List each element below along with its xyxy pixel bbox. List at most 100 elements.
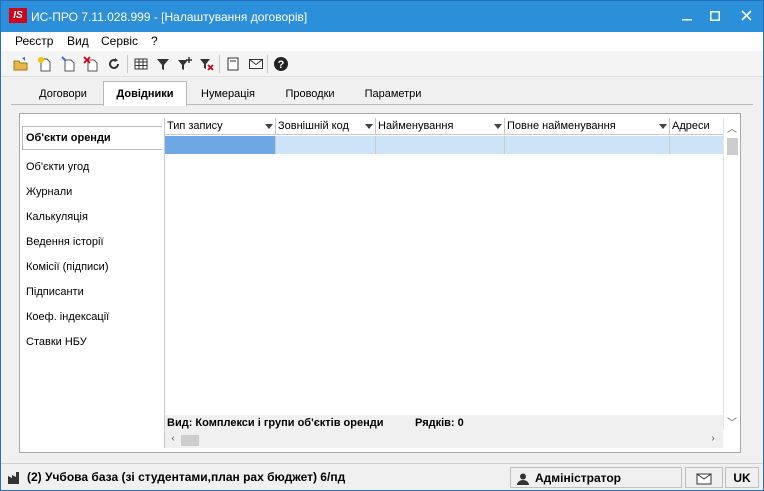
list-item-indexation[interactable]: Коеф. індексації <box>26 311 109 323</box>
filter-icon <box>157 59 169 70</box>
list-item-nbu-rates[interactable]: Ставки НБУ <box>26 336 87 348</box>
scroll-up-icon[interactable]: ︿ <box>725 120 739 135</box>
tab-contracts[interactable]: Договори <box>25 84 101 105</box>
mail-status-button[interactable] <box>685 467 723 488</box>
scroll-left-icon[interactable]: ‹ <box>166 433 180 444</box>
main-window: IS ИС-ПРО 7.11.028.999 - [Налаштування д… <box>0 0 764 491</box>
scroll-down-icon[interactable]: ﹀ <box>725 414 739 429</box>
tab-postings[interactable]: Проводки <box>273 84 347 105</box>
table-view-icon <box>134 58 148 70</box>
table-row[interactable] <box>165 136 723 154</box>
status-bar: (2) Учбова база (зі студентами,план рах … <box>1 463 763 490</box>
help-icon: ? <box>274 57 288 71</box>
directories-panel: Об'єкти оренди Об'єкти угод Журнали Каль… <box>19 113 741 453</box>
title-bar[interactable]: IS ИС-ПРО 7.11.028.999 - [Налаштування д… <box>1 1 763 32</box>
column-label: Зовнішній код <box>278 120 349 132</box>
document-button[interactable] <box>223 54 243 74</box>
filter-clear-icon <box>200 59 214 71</box>
column-label: Тип запису <box>167 120 223 132</box>
menu-registry[interactable]: Реєстр <box>15 34 53 48</box>
list-item-signers[interactable]: Підписанти <box>26 286 84 298</box>
list-item-commissions[interactable]: Комісії (підписи) <box>26 261 108 273</box>
new-document-icon <box>38 57 51 72</box>
user-name: Адміністратор <box>535 471 622 485</box>
column-label: Адреси <box>672 120 710 132</box>
tab-numbering[interactable]: Нумерація <box>191 84 265 105</box>
window-title: ИС-ПРО 7.11.028.999 - [Налаштування дого… <box>31 10 308 24</box>
minimize-icon <box>682 19 692 21</box>
column-header-addresses[interactable]: Адреси <box>670 118 723 135</box>
copy-icon <box>61 56 75 72</box>
table-cell[interactable] <box>165 136 276 154</box>
column-label: Найменування <box>378 120 454 132</box>
database-status[interactable]: (2) Учбова база (зі студентами,план рах … <box>7 467 505 488</box>
menu-bar: Реєстр Вид Сервіс ? <box>1 32 763 51</box>
column-header-record-type[interactable]: Тип запису <box>165 118 276 135</box>
app-logo-icon: IS <box>9 8 27 23</box>
column-header-full-name[interactable]: Повне найменування <box>505 118 670 135</box>
menu-view[interactable]: Вид <box>67 34 89 48</box>
maximize-icon <box>710 11 720 21</box>
menu-help[interactable]: ? <box>151 34 158 48</box>
open-folder-icon <box>13 57 28 71</box>
refresh-icon <box>109 58 119 69</box>
column-header-name[interactable]: Найменування <box>376 118 505 135</box>
open-folder-button[interactable] <box>11 54 31 74</box>
filter-clear-button[interactable] <box>197 54 217 74</box>
document-icon <box>227 57 239 71</box>
database-name: (2) Учбова база (зі студентами,план рах … <box>27 470 346 484</box>
toolbar: ? <box>1 51 763 77</box>
svg-text:?: ? <box>278 59 285 71</box>
close-icon <box>740 10 752 21</box>
toolbar-separator <box>219 55 220 73</box>
column-label: Повне найменування <box>507 120 616 132</box>
table-view-button[interactable] <box>131 54 151 74</box>
sort-dropdown-icon[interactable] <box>265 124 273 129</box>
column-header-external-code[interactable]: Зовнішній код <box>276 118 376 135</box>
refresh-button[interactable] <box>104 54 124 74</box>
table-cell[interactable] <box>505 136 670 154</box>
sort-dropdown-icon[interactable] <box>365 124 373 129</box>
tab-strip: Договори Довідники Нумерація Проводки Па… <box>11 81 753 106</box>
list-item-calculation[interactable]: Калькуляція <box>26 211 88 223</box>
filter-add-icon <box>178 57 192 70</box>
filter-button[interactable] <box>153 54 173 74</box>
mail-button[interactable] <box>246 54 266 74</box>
minimize-button[interactable] <box>673 1 701 32</box>
list-item-history[interactable]: Ведення історії <box>26 236 104 248</box>
list-item-journals[interactable]: Журнали <box>26 186 72 198</box>
copy-document-button[interactable] <box>58 54 78 74</box>
close-button[interactable] <box>729 1 763 32</box>
delete-button[interactable] <box>81 54 101 74</box>
filter-add-button[interactable] <box>175 54 195 74</box>
sort-dropdown-icon[interactable] <box>494 124 502 129</box>
table-cell[interactable] <box>276 136 376 154</box>
toolbar-separator <box>267 55 268 73</box>
view-info: Вид: Комплекси і групи об'єктів оренди <box>167 417 384 429</box>
maximize-button[interactable] <box>701 1 729 32</box>
tab-parameters[interactable]: Параметри <box>355 84 431 105</box>
toolbar-separator <box>127 55 128 73</box>
sort-dropdown-icon[interactable] <box>659 124 667 129</box>
mail-icon <box>249 59 263 69</box>
factory-icon <box>8 471 19 484</box>
vertical-scrollbar[interactable]: ︿ ﹀ <box>723 118 739 430</box>
user-status[interactable]: Адміністратор <box>510 467 682 488</box>
new-document-button[interactable] <box>35 54 55 74</box>
table-cell[interactable] <box>670 136 723 154</box>
vertical-scroll-thumb[interactable] <box>727 138 738 155</box>
menu-service[interactable]: Сервіс <box>101 34 138 48</box>
language-indicator[interactable]: UK <box>725 467 759 488</box>
horizontal-scroll-thumb[interactable] <box>181 435 199 446</box>
scroll-right-icon[interactable]: › <box>706 433 720 444</box>
horizontal-scrollbar[interactable]: ‹ › <box>165 432 723 448</box>
user-icon <box>517 473 529 485</box>
help-button[interactable]: ? <box>271 54 291 74</box>
list-item-rental-objects[interactable]: Об'єкти оренди <box>22 126 162 150</box>
tab-directories[interactable]: Довідники <box>103 81 187 106</box>
list-item-deal-objects[interactable]: Об'єкти угод <box>26 161 89 173</box>
table-cell[interactable] <box>376 136 505 154</box>
grid-footer: Вид: Комплекси і групи об'єктів оренди Р… <box>165 415 723 432</box>
delete-icon <box>83 56 98 72</box>
grid-header: Тип запису Зовнішній код Найменування По… <box>165 118 723 135</box>
